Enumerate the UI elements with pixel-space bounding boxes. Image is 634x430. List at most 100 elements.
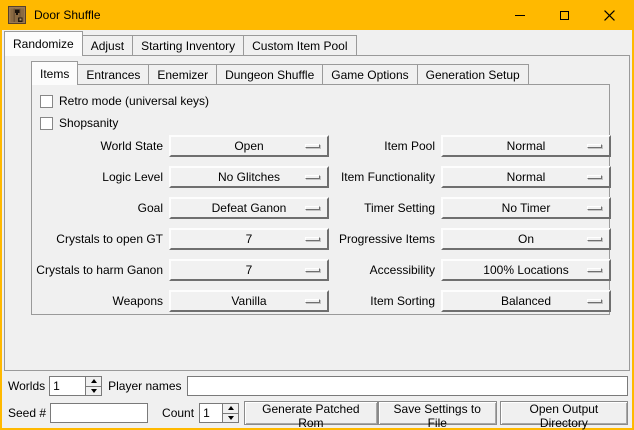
shopsanity-checkbox[interactable] bbox=[40, 117, 53, 130]
seed-row: Seed # Count Generate Patched Rom bbox=[8, 401, 628, 425]
client-area: Randomize Adjust Starting Inventory Cust… bbox=[2, 30, 632, 428]
worlds-row: Worlds Player names bbox=[8, 376, 628, 396]
spinner-up-icon bbox=[228, 406, 234, 410]
worlds-spin-up-button[interactable] bbox=[86, 377, 101, 386]
timer-setting-value: No Timer bbox=[502, 201, 551, 215]
retro-mode-row[interactable]: Retro mode (universal keys) bbox=[40, 90, 609, 112]
open-output-directory-button[interactable]: Open Output Directory bbox=[500, 401, 628, 425]
tab-dungeon-shuffle[interactable]: Dungeon Shuffle bbox=[216, 64, 323, 85]
player-names-label: Player names bbox=[108, 379, 181, 393]
tab-items[interactable]: Items bbox=[31, 61, 78, 85]
dropdown-indicator-icon bbox=[587, 206, 602, 210]
tab-generation-setup[interactable]: Generation Setup bbox=[417, 64, 529, 85]
progressive-items-label: Progressive Items bbox=[329, 228, 441, 250]
dropdown-indicator-icon bbox=[305, 237, 320, 241]
dropdown-indicator-icon bbox=[587, 268, 602, 272]
tab-entrances[interactable]: Entrances bbox=[77, 64, 149, 85]
retro-mode-label: Retro mode (universal keys) bbox=[59, 94, 209, 108]
dropdown-indicator-icon bbox=[305, 144, 320, 148]
dropdown-indicator-icon bbox=[587, 237, 602, 241]
goal-value: Defeat Ganon bbox=[212, 201, 287, 215]
count-spin-buttons bbox=[222, 404, 238, 422]
count-spin-down-button[interactable] bbox=[223, 413, 238, 423]
count-spin-up-button[interactable] bbox=[223, 404, 238, 413]
app-door-icon[interactable] bbox=[8, 6, 26, 24]
logic-level-dropdown[interactable]: No Glitches bbox=[169, 166, 329, 188]
worlds-spin-down-button[interactable] bbox=[86, 386, 101, 396]
progressive-items-value: On bbox=[518, 232, 534, 246]
shopsanity-row[interactable]: Shopsanity bbox=[40, 112, 609, 134]
crystals-open-gt-dropdown[interactable]: 7 bbox=[169, 228, 329, 250]
tab-enemizer[interactable]: Enemizer bbox=[148, 64, 217, 85]
generate-patched-rom-button[interactable]: Generate Patched Rom bbox=[244, 401, 378, 425]
titlebar: Door Shuffle bbox=[2, 0, 632, 30]
crystals-harm-ganon-label: Crystals to harm Ganon bbox=[32, 259, 169, 281]
spinner-down-icon bbox=[91, 389, 97, 393]
item-functionality-value: Normal bbox=[507, 170, 546, 184]
goal-dropdown[interactable]: Defeat Ganon bbox=[169, 197, 329, 219]
main-tabbar: Randomize Adjust Starting Inventory Cust… bbox=[2, 30, 632, 55]
item-functionality-label: Item Functionality bbox=[329, 166, 441, 188]
dropdown-indicator-icon bbox=[587, 299, 602, 303]
item-sorting-value: Balanced bbox=[501, 294, 551, 308]
item-pool-value: Normal bbox=[507, 139, 546, 153]
item-pool-dropdown[interactable]: Normal bbox=[441, 135, 611, 157]
world-state-label: World State bbox=[32, 135, 169, 157]
minimize-button[interactable] bbox=[497, 0, 542, 30]
shopsanity-label: Shopsanity bbox=[59, 116, 118, 130]
item-sorting-label: Item Sorting bbox=[329, 290, 441, 312]
timer-setting-dropdown[interactable]: No Timer bbox=[441, 197, 611, 219]
tab-adjust[interactable]: Adjust bbox=[82, 35, 133, 56]
accessibility-value: 100% Locations bbox=[483, 263, 568, 277]
crystals-open-gt-value: 7 bbox=[246, 232, 253, 246]
count-spinner[interactable] bbox=[199, 403, 239, 423]
weapons-label: Weapons bbox=[32, 290, 169, 312]
weapons-value: Vanilla bbox=[231, 294, 266, 308]
dropdown-indicator-icon bbox=[587, 144, 602, 148]
item-pool-label: Item Pool bbox=[329, 135, 441, 157]
close-button[interactable] bbox=[587, 0, 632, 30]
count-input[interactable] bbox=[200, 404, 222, 422]
app-window: Door Shuffle Randomize Adjust Starting I… bbox=[0, 0, 634, 430]
dropdown-indicator-icon bbox=[305, 206, 320, 210]
worlds-input[interactable] bbox=[50, 377, 85, 395]
weapons-dropdown[interactable]: Vanilla bbox=[169, 290, 329, 312]
item-functionality-dropdown[interactable]: Normal bbox=[441, 166, 611, 188]
worlds-spinner[interactable] bbox=[49, 376, 102, 396]
item-sorting-dropdown[interactable]: Balanced bbox=[441, 290, 611, 312]
progressive-items-dropdown[interactable]: On bbox=[441, 228, 611, 250]
minimize-icon bbox=[515, 15, 525, 16]
settings-grid: World State Open Item Pool Normal Logic … bbox=[32, 135, 609, 312]
maximize-button[interactable] bbox=[542, 0, 587, 30]
window-controls bbox=[497, 0, 632, 30]
world-state-value: Open bbox=[234, 139, 263, 153]
spinner-up-icon bbox=[91, 379, 97, 383]
worlds-label: Worlds bbox=[8, 379, 45, 393]
dropdown-indicator-icon bbox=[587, 175, 602, 179]
accessibility-dropdown[interactable]: 100% Locations bbox=[441, 259, 611, 281]
tab-randomize[interactable]: Randomize bbox=[4, 31, 83, 56]
logic-level-label: Logic Level bbox=[32, 166, 169, 188]
spinner-down-icon bbox=[228, 416, 234, 420]
crystals-harm-ganon-dropdown[interactable]: 7 bbox=[169, 259, 329, 281]
tab-game-options[interactable]: Game Options bbox=[322, 64, 417, 85]
retro-mode-checkbox[interactable] bbox=[40, 95, 53, 108]
tab-custom-item-pool[interactable]: Custom Item Pool bbox=[243, 35, 356, 56]
goal-label: Goal bbox=[32, 197, 169, 219]
crystals-open-gt-label: Crystals to open GT bbox=[32, 228, 169, 250]
crystals-harm-ganon-value: 7 bbox=[246, 263, 253, 277]
sub-tabbar: Items Entrances Enemizer Dungeon Shuffle… bbox=[31, 60, 610, 84]
dropdown-indicator-icon bbox=[305, 268, 320, 272]
inner-notebook: Items Entrances Enemizer Dungeon Shuffle… bbox=[31, 60, 610, 315]
world-state-dropdown[interactable]: Open bbox=[169, 135, 329, 157]
player-names-input[interactable] bbox=[187, 376, 629, 396]
accessibility-label: Accessibility bbox=[329, 259, 441, 281]
timer-setting-label: Timer Setting bbox=[329, 197, 441, 219]
seed-input[interactable] bbox=[50, 403, 148, 423]
window-title: Door Shuffle bbox=[34, 8, 101, 22]
dropdown-indicator-icon bbox=[305, 299, 320, 303]
dropdown-indicator-icon bbox=[305, 175, 320, 179]
tab-starting-inventory[interactable]: Starting Inventory bbox=[132, 35, 244, 56]
save-settings-button[interactable]: Save Settings to File bbox=[378, 401, 497, 425]
maximize-icon bbox=[560, 11, 569, 20]
